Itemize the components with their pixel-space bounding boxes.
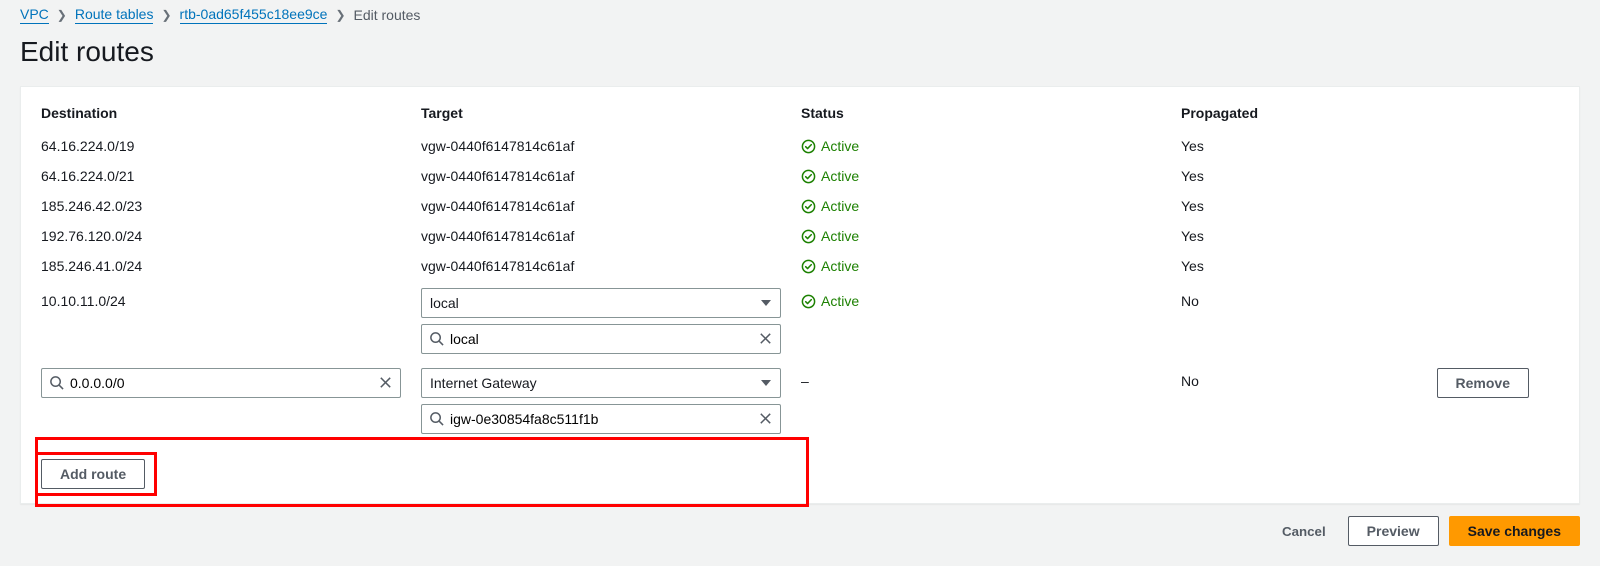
status-badge: Active (801, 258, 859, 274)
add-route-button[interactable]: Add route (41, 459, 145, 489)
route-destination: 64.16.224.0/21 (41, 161, 421, 191)
route-destination: 64.16.224.0/19 (41, 131, 421, 161)
close-icon[interactable] (378, 375, 393, 390)
search-icon (429, 331, 444, 346)
routes-panel: Destination Target Status Propagated 64.… (20, 86, 1580, 504)
route-target: vgw-0440f6147814c61af (421, 221, 801, 251)
route-target: vgw-0440f6147814c61af (421, 251, 801, 281)
route-destination: 10.10.11.0/24 (41, 281, 421, 316)
chevron-right-icon: ❯ (161, 8, 171, 22)
route-target: vgw-0440f6147814c61af (421, 131, 801, 161)
target-select[interactable]: Internet Gateway (421, 368, 781, 398)
col-propagated: Propagated (1181, 105, 1381, 131)
check-circle-icon (801, 294, 816, 309)
col-target: Target (421, 105, 801, 131)
target-search-input[interactable] (421, 324, 781, 354)
destination-input[interactable] (41, 368, 401, 398)
footer-actions: Cancel Preview Save changes (20, 504, 1580, 546)
route-target: vgw-0440f6147814c61af (421, 161, 801, 191)
route-propagated: Yes (1181, 221, 1381, 251)
status-badge: Active (801, 138, 859, 154)
status-badge: Active (801, 198, 859, 214)
route-target: vgw-0440f6147814c61af (421, 191, 801, 221)
close-icon[interactable] (758, 331, 773, 346)
breadcrumb: VPC ❯ Route tables ❯ rtb-0ad65f455c18ee9… (20, 0, 1580, 28)
preview-button[interactable]: Preview (1348, 516, 1439, 546)
route-destination: 192.76.120.0/24 (41, 221, 421, 251)
route-propagated: Yes (1181, 251, 1381, 281)
search-icon (429, 411, 444, 426)
route-propagated: No (1181, 361, 1381, 396)
route-destination: 185.246.42.0/23 (41, 191, 421, 221)
search-icon (49, 375, 64, 390)
route-propagated: Yes (1181, 131, 1381, 161)
col-destination: Destination (41, 105, 421, 131)
save-changes-button[interactable]: Save changes (1449, 516, 1580, 546)
close-icon[interactable] (758, 411, 773, 426)
chevron-right-icon: ❯ (57, 8, 67, 22)
page-title: Edit routes (20, 36, 1580, 68)
chevron-right-icon: ❯ (335, 8, 345, 22)
route-propagated: Yes (1181, 191, 1381, 221)
check-circle-icon (801, 199, 816, 214)
check-circle-icon (801, 139, 816, 154)
breadcrumb-current: Edit routes (354, 7, 421, 23)
status-badge: Active (801, 168, 859, 184)
col-status: Status (801, 105, 1181, 131)
route-status: – (801, 361, 1181, 396)
cancel-button[interactable]: Cancel (1270, 524, 1338, 539)
target-select[interactable]: local (421, 288, 781, 318)
check-circle-icon (801, 229, 816, 244)
status-badge: Active (801, 228, 859, 244)
remove-button[interactable]: Remove (1437, 368, 1529, 398)
annotation-highlight (35, 437, 809, 507)
check-circle-icon (801, 259, 816, 274)
route-destination: 185.246.41.0/24 (41, 251, 421, 281)
target-search-input[interactable] (421, 404, 781, 434)
breadcrumb-route-tables[interactable]: Route tables (75, 6, 154, 24)
status-badge: Active (801, 293, 859, 309)
route-propagated: Yes (1181, 161, 1381, 191)
check-circle-icon (801, 169, 816, 184)
route-propagated: No (1181, 281, 1381, 316)
breadcrumb-vpc[interactable]: VPC (20, 6, 49, 24)
breadcrumb-rtb-id[interactable]: rtb-0ad65f455c18ee9ce (180, 6, 328, 24)
